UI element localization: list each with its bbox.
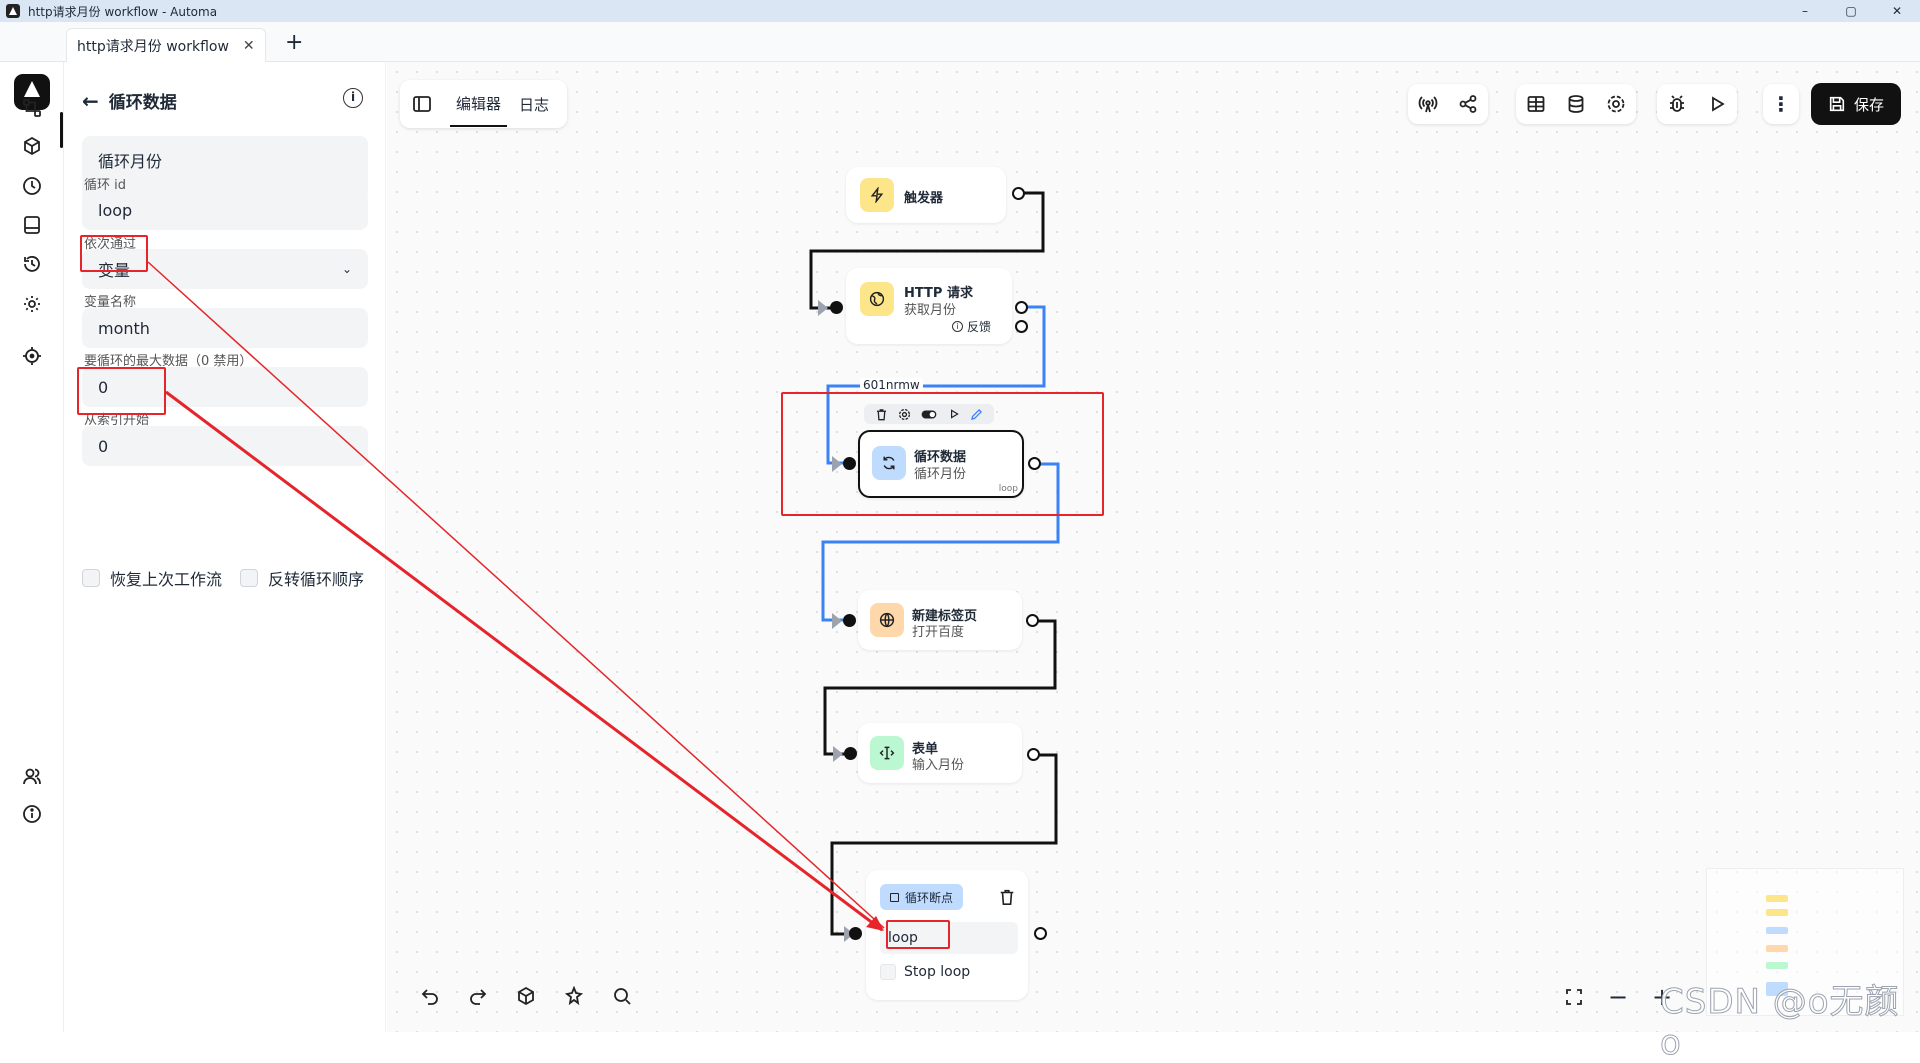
redo-icon[interactable] xyxy=(454,972,502,1020)
search-icon[interactable] xyxy=(598,972,646,1020)
minimap-block xyxy=(1766,945,1788,952)
undo-icon[interactable] xyxy=(406,972,454,1020)
minimap-block xyxy=(1766,927,1788,934)
minimap-block xyxy=(1766,909,1788,916)
canvas-tools xyxy=(406,972,646,1020)
minimap-block xyxy=(1766,962,1788,969)
watermark-text: CSDN @o无颜o xyxy=(1660,982,1900,1063)
fullscreen-icon[interactable] xyxy=(1552,975,1596,1019)
zoom-out-button[interactable]: − xyxy=(1596,975,1640,1019)
package-icon[interactable] xyxy=(502,972,550,1020)
minimap-block xyxy=(1766,895,1788,902)
annotation-arrows xyxy=(147,261,885,932)
auto-arrange-icon[interactable] xyxy=(550,972,598,1020)
